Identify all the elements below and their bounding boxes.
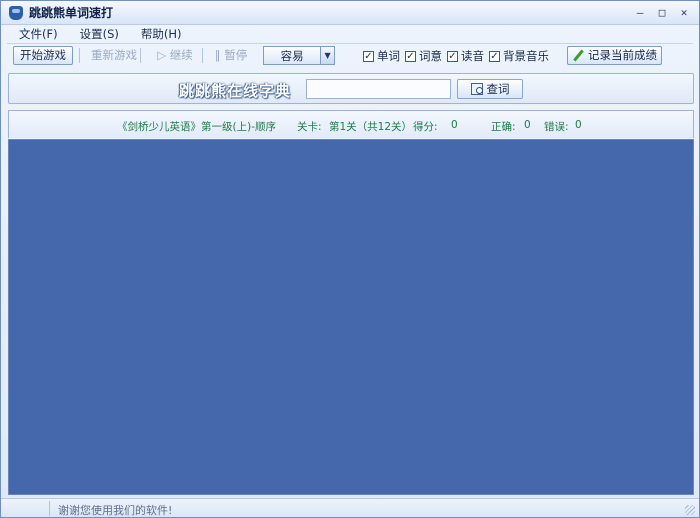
menu-help[interactable]: 帮助(H) (141, 26, 182, 42)
score-label: 得分: (413, 121, 438, 133)
query-button[interactable]: 查词 (457, 79, 523, 99)
window-title: 跳跳熊单词速打 (29, 6, 114, 20)
background-music-checkbox-label: 背景音乐 (503, 49, 549, 63)
correct-value: 0 (524, 119, 531, 131)
meaning-checkbox[interactable]: ✓ 词意 (405, 48, 442, 64)
level-label: 关卡: (297, 121, 322, 133)
status-message: 谢谢您使用我们的软件! (58, 504, 173, 517)
meaning-checkbox-label: 词意 (419, 49, 442, 63)
difficulty-value: 容易 (280, 48, 304, 63)
pencil-icon (572, 50, 584, 62)
continue-button[interactable]: ▷ 继续 (149, 46, 201, 65)
pronunciation-checkbox[interactable]: ✓ 读音 (447, 48, 484, 64)
book-title: 《剑桥少儿英语》第一级(上)-顺序 (117, 121, 276, 133)
toolbar-separator (79, 48, 80, 63)
restart-game-button[interactable]: 重新游戏 (82, 46, 146, 65)
status-separator (49, 501, 50, 516)
chevron-down-icon[interactable]: ▼ (320, 47, 334, 64)
play-icon: ▷ (157, 48, 170, 62)
background-music-checkbox[interactable]: ✓ 背景音乐 (489, 48, 549, 64)
record-score-button[interactable]: 记录当前成绩 (567, 46, 662, 65)
app-window: 跳跳熊单词速打 – □ ✕ 文件(F) 设置(S) 帮助(H) 开始游戏 重新游… (0, 0, 700, 518)
menu-bar: 文件(F) 设置(S) 帮助(H) (1, 25, 699, 43)
menu-settings[interactable]: 设置(S) (80, 26, 119, 42)
status-bar: 谢谢您使用我们的软件! (1, 498, 699, 517)
query-button-label: 查词 (486, 82, 510, 96)
continue-label: 继续 (169, 48, 193, 62)
pause-label: 暂停 (224, 48, 248, 62)
search-icon (470, 83, 483, 95)
checkmark-icon: ✓ (489, 50, 500, 62)
menu-file[interactable]: 文件(F) (19, 26, 58, 42)
difficulty-select[interactable]: 容易 ▼ (263, 46, 335, 65)
title-bar: 跳跳熊单词速打 – □ ✕ (1, 1, 699, 25)
pause-icon: ‖ (214, 48, 225, 62)
score-value: 0 (451, 119, 458, 131)
wrong-label: 错误: (544, 121, 569, 133)
game-area[interactable] (8, 139, 694, 495)
maximize-button[interactable]: □ (653, 5, 671, 21)
pause-button[interactable]: ‖ 暂停 (205, 46, 257, 65)
toolbar-separator (202, 48, 203, 63)
start-game-button[interactable]: 开始游戏 (13, 46, 73, 65)
bear-app-icon (9, 5, 23, 20)
resize-grip-icon[interactable] (685, 505, 695, 515)
record-score-label: 记录当前成绩 (588, 48, 657, 62)
word-checkbox[interactable]: ✓ 单词 (363, 48, 400, 64)
close-button[interactable]: ✕ (675, 5, 693, 21)
checkmark-icon: ✓ (405, 50, 416, 62)
checkmark-icon: ✓ (363, 50, 374, 62)
level-value: 第1关（共12关） (329, 121, 413, 133)
correct-label: 正确: (491, 121, 516, 133)
window-controls: – □ ✕ (631, 5, 693, 21)
wrong-value: 0 (575, 119, 582, 131)
word-checkbox-label: 单词 (377, 49, 400, 63)
checkmark-icon: ✓ (447, 50, 458, 62)
minimize-button[interactable]: – (631, 5, 649, 21)
dictionary-search-input[interactable] (306, 79, 451, 99)
toolbar-separator (140, 48, 141, 63)
toolbar: 开始游戏 重新游戏 ▷ 继续 ‖ 暂停 容易 ▼ ✓ 单词 ✓ 词意 ✓ 读音 … (7, 43, 693, 68)
pronunciation-checkbox-label: 读音 (461, 49, 484, 63)
dictionary-bar: 跳跳熊在线字典 查词 (8, 73, 694, 104)
dictionary-title: 跳跳熊在线字典 (179, 82, 292, 100)
game-status-bar: 《剑桥少儿英语》第一级(上)-顺序 关卡: 第1关（共12关） 得分: 0 正确… (8, 110, 694, 138)
